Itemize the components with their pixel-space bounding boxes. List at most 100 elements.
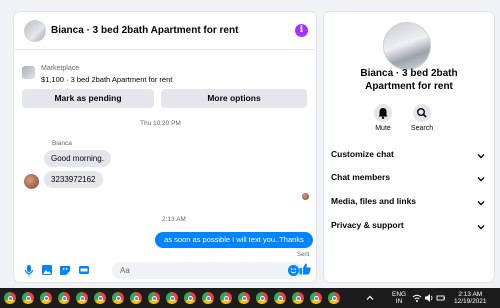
chrome-icon[interactable] bbox=[58, 292, 70, 304]
chevron-down-icon bbox=[477, 225, 485, 230]
chrome-icon[interactable] bbox=[112, 292, 124, 304]
chrome-icon[interactable] bbox=[238, 292, 250, 304]
info-title-line: Bianca · 3 bed 2bath bbox=[360, 68, 458, 79]
lang-line: IN bbox=[395, 298, 403, 305]
chrome-icon-center bbox=[241, 295, 247, 301]
chrome-icon[interactable] bbox=[310, 292, 322, 304]
chrome-icon[interactable] bbox=[148, 292, 160, 304]
seen-avatar bbox=[302, 193, 309, 200]
listing-price[interactable]: $1,100 · 3 bed 2bath Apartment for rent bbox=[41, 75, 172, 84]
gif-icon[interactable] bbox=[77, 263, 91, 277]
section-media-files-links[interactable]: Media, files and links bbox=[331, 196, 488, 212]
lang-line: ENG bbox=[392, 291, 407, 298]
message-input[interactable]: Aa bbox=[112, 262, 302, 279]
marketplace-label: Marketplace bbox=[41, 65, 80, 72]
chat-title[interactable]: Bianca · 3 bed 2bath Apartment for rent bbox=[51, 25, 238, 36]
chrome-icon[interactable] bbox=[256, 292, 268, 304]
section-label: Media, files and links bbox=[331, 196, 417, 206]
battery-icon[interactable] bbox=[436, 293, 446, 303]
section-chat-members[interactable]: Chat members bbox=[331, 172, 488, 188]
chrome-icon-center bbox=[25, 295, 31, 301]
chrome-icon[interactable] bbox=[40, 292, 52, 304]
chrome-icon[interactable] bbox=[76, 292, 88, 304]
clock[interactable]: 2:13 AM 12/19/2021 bbox=[454, 291, 487, 305]
chrome-icon-center bbox=[331, 295, 337, 301]
language-indicator[interactable]: ENG IN bbox=[392, 291, 406, 305]
chrome-icon-center bbox=[259, 295, 265, 301]
wifi-icon[interactable] bbox=[412, 293, 422, 303]
section-label: Privacy & support bbox=[331, 220, 404, 230]
timestamp: Thu 10:20 PM bbox=[140, 120, 181, 127]
info-title-line: Apartment for rent bbox=[365, 81, 453, 92]
mark-as-pending-button[interactable]: Mark as pending bbox=[22, 89, 154, 108]
composer: Aa bbox=[14, 260, 316, 282]
bell-icon bbox=[378, 108, 388, 119]
chat-panel: Bianca · 3 bed 2bath Apartment for rent … bbox=[14, 12, 316, 282]
chrome-icon[interactable] bbox=[184, 292, 196, 304]
sender-name: Bianca bbox=[52, 140, 72, 147]
chevron-down-icon bbox=[477, 201, 485, 206]
avatar[interactable] bbox=[24, 174, 39, 189]
section-label: Customize chat bbox=[331, 149, 394, 159]
chrome-icon-center bbox=[79, 295, 85, 301]
message-bubble-incoming[interactable]: Good morning. bbox=[44, 150, 111, 167]
chrome-icon[interactable] bbox=[220, 292, 232, 304]
search-icon bbox=[416, 107, 427, 118]
volume-icon[interactable] bbox=[424, 293, 434, 303]
message-input-placeholder: Aa bbox=[120, 266, 130, 275]
chrome-icon-center bbox=[223, 295, 229, 301]
chrome-icon-center bbox=[97, 295, 103, 301]
chrome-icon[interactable] bbox=[22, 292, 34, 304]
mute-label: Mute bbox=[375, 125, 391, 132]
search-button[interactable] bbox=[413, 104, 431, 122]
message-bubble-outgoing[interactable]: as soon as possible I will text you..Tha… bbox=[155, 232, 313, 248]
info-title: Bianca · 3 bed 2bath Apartment for rent bbox=[324, 67, 494, 93]
chevron-up-icon[interactable] bbox=[365, 293, 375, 303]
search-label: Search bbox=[410, 125, 434, 132]
listing-avatar[interactable] bbox=[383, 22, 431, 70]
chevron-down-icon bbox=[477, 177, 485, 182]
mute-button[interactable] bbox=[374, 104, 392, 122]
chrome-icon[interactable] bbox=[166, 292, 178, 304]
chevron-down-icon bbox=[477, 154, 485, 159]
info-icon[interactable]: i bbox=[295, 24, 308, 37]
chrome-icon-center bbox=[133, 295, 139, 301]
taskbar: ENG IN 2:13 AM 12/19/2021 bbox=[0, 288, 500, 308]
message-list: Thu 10:20 PM Bianca Good morning. 323397… bbox=[14, 110, 316, 260]
image-icon[interactable] bbox=[40, 263, 54, 277]
chrome-icon[interactable] bbox=[94, 292, 106, 304]
listing-thumbnail[interactable] bbox=[24, 20, 46, 42]
chrome-icon[interactable] bbox=[328, 292, 340, 304]
chrome-icon[interactable] bbox=[274, 292, 286, 304]
clock-date: 12/19/2021 bbox=[454, 298, 487, 305]
timestamp: 2:13 AM bbox=[162, 216, 186, 223]
chrome-icon[interactable] bbox=[292, 292, 304, 304]
chrome-icon-center bbox=[169, 295, 175, 301]
section-privacy-support[interactable]: Privacy & support bbox=[331, 220, 488, 236]
marketplace-listing: Marketplace $1,100 · 3 bed 2bath Apartme… bbox=[14, 50, 316, 110]
chat-header: Bianca · 3 bed 2bath Apartment for rent … bbox=[14, 12, 316, 50]
like-icon[interactable] bbox=[298, 262, 312, 276]
chrome-icon[interactable] bbox=[4, 292, 16, 304]
chat-info-panel: Bianca · 3 bed 2bath Apartment for rent … bbox=[324, 12, 494, 282]
chrome-icon-center bbox=[61, 295, 67, 301]
more-options-button[interactable]: More options bbox=[161, 89, 307, 108]
chrome-icon-center bbox=[7, 295, 13, 301]
chrome-icon-center bbox=[295, 295, 301, 301]
chrome-icon-center bbox=[205, 295, 211, 301]
chrome-icon-center bbox=[43, 295, 49, 301]
section-label: Chat members bbox=[331, 172, 391, 182]
chrome-icon[interactable] bbox=[130, 292, 142, 304]
mic-icon[interactable] bbox=[22, 263, 36, 277]
sticker-icon[interactable] bbox=[58, 263, 72, 277]
message-status: Sent bbox=[297, 252, 310, 258]
chrome-icon-center bbox=[313, 295, 319, 301]
listing-small-thumbnail[interactable] bbox=[22, 66, 35, 79]
message-bubble-incoming[interactable]: 3233972162 bbox=[44, 171, 103, 188]
chrome-icon-center bbox=[277, 295, 283, 301]
clock-time: 2:13 AM bbox=[458, 291, 483, 298]
section-customize-chat[interactable]: Customize chat bbox=[331, 149, 488, 165]
chrome-icon-center bbox=[187, 295, 193, 301]
chrome-icon-center bbox=[115, 295, 121, 301]
chrome-icon[interactable] bbox=[202, 292, 214, 304]
